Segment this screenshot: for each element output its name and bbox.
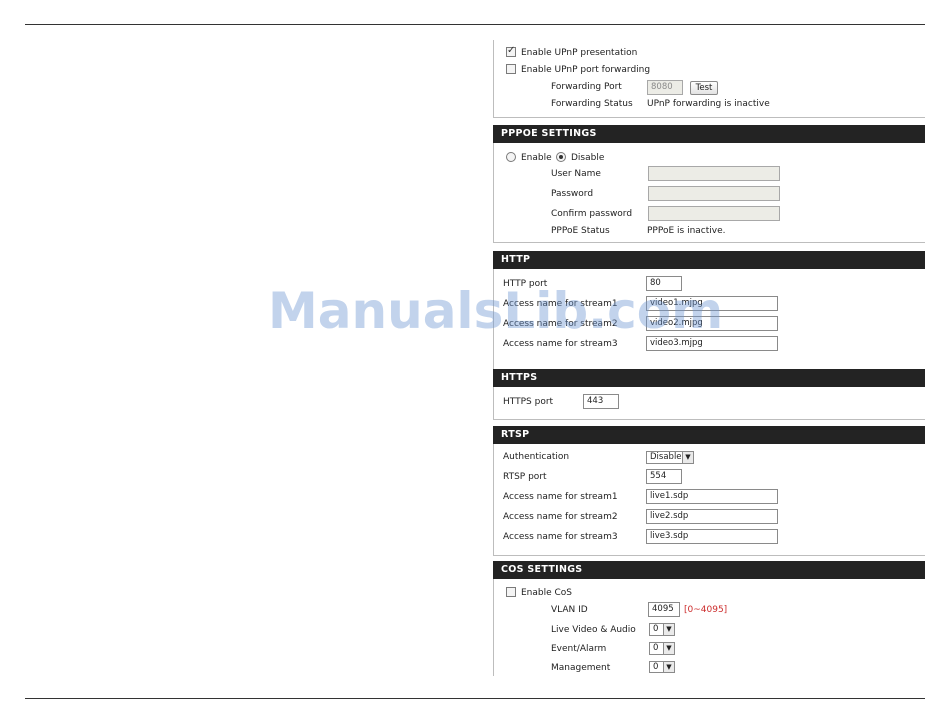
https-port-input[interactable]: 443 bbox=[583, 394, 619, 409]
live-video-label: Live Video & Audio bbox=[551, 625, 636, 635]
https-panel: HTTPS HTTPS port 443 bbox=[493, 369, 925, 420]
forwarding-status-value: UPnP forwarding is inactive bbox=[647, 99, 770, 109]
cos-header: COS SETTINGS bbox=[493, 561, 925, 579]
pppoe-password-label: Password bbox=[551, 189, 594, 199]
test-button[interactable]: Test bbox=[690, 81, 718, 95]
pppoe-enable-radio[interactable] bbox=[506, 152, 516, 162]
rtsp-stream2-input[interactable]: live2.sdp bbox=[646, 509, 778, 524]
rtsp-port-label: RTSP port bbox=[503, 472, 547, 482]
upnp-presentation-label: Enable UPnP presentation bbox=[521, 48, 638, 58]
top-rule bbox=[25, 24, 925, 25]
pppoe-disable-label: Disable bbox=[571, 153, 605, 163]
cos-panel: COS SETTINGS Enable CoS VLAN ID 4095 [0~… bbox=[493, 561, 925, 676]
cos-enable-checkbox[interactable] bbox=[506, 587, 516, 597]
forwarding-status-label: Forwarding Status bbox=[551, 99, 633, 109]
event-alarm-value: 0 bbox=[653, 643, 659, 653]
pppoe-password-input[interactable] bbox=[648, 186, 780, 201]
pppoe-confirm-input[interactable] bbox=[648, 206, 780, 221]
pppoe-status-label: PPPoE Status bbox=[551, 226, 610, 236]
upnp-forwarding-label: Enable UPnP port forwarding bbox=[521, 65, 651, 75]
live-video-select[interactable]: 0 ▼ bbox=[649, 623, 675, 636]
rtsp-auth-select[interactable]: Disable ▼ bbox=[646, 451, 694, 464]
rtsp-stream3-label: Access name for stream3 bbox=[503, 532, 618, 542]
pppoe-username-input[interactable] bbox=[648, 166, 780, 181]
vlan-id-input[interactable]: 4095 bbox=[648, 602, 680, 617]
pppoe-header: PPPOE SETTINGS bbox=[493, 125, 925, 143]
rtsp-stream2-label: Access name for stream2 bbox=[503, 512, 618, 522]
pppoe-panel: PPPOE SETTINGS Enable Disable User Name … bbox=[493, 125, 925, 243]
rtsp-panel: RTSP Authentication Disable ▼ RTSP port … bbox=[493, 426, 925, 556]
chevron-down-icon[interactable]: ▼ bbox=[682, 452, 693, 463]
pppoe-enable-label: Enable bbox=[521, 153, 552, 163]
bottom-rule bbox=[25, 698, 925, 699]
forwarding-port-label: Forwarding Port bbox=[551, 82, 622, 92]
event-alarm-select[interactable]: 0 ▼ bbox=[649, 642, 675, 655]
pppoe-username-label: User Name bbox=[551, 169, 601, 179]
upnp-forwarding-checkbox[interactable] bbox=[506, 64, 516, 74]
rtsp-stream3-input[interactable]: live3.sdp bbox=[646, 529, 778, 544]
rtsp-auth-label: Authentication bbox=[503, 452, 570, 462]
rtsp-header: RTSP bbox=[493, 426, 925, 444]
pppoe-status-value: PPPoE is inactive. bbox=[647, 226, 726, 236]
event-alarm-label: Event/Alarm bbox=[551, 644, 607, 654]
chevron-down-icon[interactable]: ▼ bbox=[663, 624, 674, 635]
pppoe-confirm-label: Confirm password bbox=[551, 209, 633, 219]
chevron-down-icon[interactable]: ▼ bbox=[663, 662, 674, 672]
rtsp-stream1-label: Access name for stream1 bbox=[503, 492, 618, 502]
cos-enable-label: Enable CoS bbox=[521, 588, 573, 598]
chevron-down-icon[interactable]: ▼ bbox=[663, 643, 674, 654]
pppoe-disable-radio[interactable] bbox=[556, 152, 566, 162]
rtsp-port-input[interactable]: 554 bbox=[646, 469, 682, 484]
watermark: ManualsLib.com bbox=[268, 282, 724, 340]
vlan-range-hint: [0~4095] bbox=[684, 605, 728, 615]
live-video-value: 0 bbox=[653, 624, 659, 634]
vlan-id-label: VLAN ID bbox=[551, 605, 588, 615]
http-stream3-label: Access name for stream3 bbox=[503, 339, 618, 349]
forwarding-port-input[interactable]: 8080 bbox=[647, 80, 683, 95]
upnp-panel: Enable UPnP presentation Enable UPnP por… bbox=[493, 40, 925, 118]
management-label: Management bbox=[551, 663, 611, 673]
rtsp-auth-value: Disable bbox=[650, 452, 682, 462]
management-select[interactable]: 0 ▼ bbox=[649, 661, 675, 673]
http-header: HTTP bbox=[493, 251, 925, 269]
upnp-presentation-checkbox[interactable] bbox=[506, 45, 516, 57]
rtsp-stream1-input[interactable]: live1.sdp bbox=[646, 489, 778, 504]
https-port-label: HTTPS port bbox=[503, 397, 554, 407]
https-header: HTTPS bbox=[493, 369, 925, 387]
management-value: 0 bbox=[653, 662, 659, 672]
